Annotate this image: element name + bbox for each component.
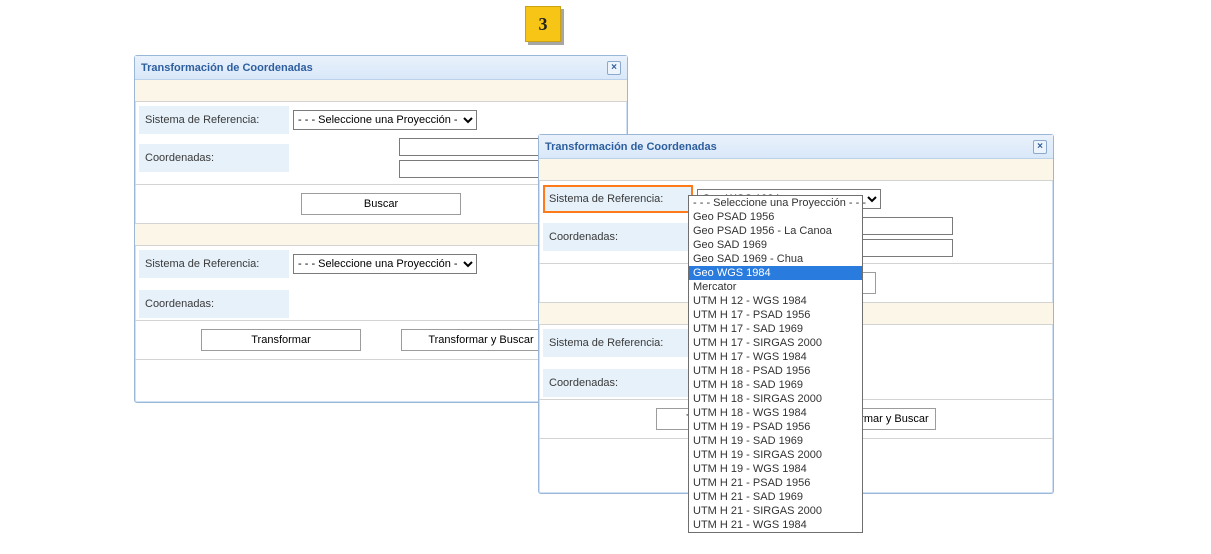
ref-system-label-2: Sistema de Referencia: <box>139 250 289 278</box>
projection-option[interactable]: UTM H 21 - SAD 1969 <box>689 490 862 504</box>
coords-label-r2: Coordenadas: <box>543 369 693 397</box>
projection-option[interactable]: Geo SAD 1969 <box>689 238 862 252</box>
panel-header: Transformación de Coordenadas × <box>135 56 627 80</box>
decor-band <box>135 80 627 102</box>
projection-option[interactable]: UTM H 21 - SIRGAS 2000 <box>689 504 862 518</box>
projection-option[interactable]: UTM H 17 - WGS 1984 <box>689 350 862 364</box>
projection-option[interactable]: UTM H 21 - PSAD 1956 <box>689 476 862 490</box>
projection-option[interactable]: UTM H 18 - WGS 1984 <box>689 406 862 420</box>
projection-option[interactable]: UTM H 21 - WGS 1984 <box>689 518 862 532</box>
coord-input-1b[interactable] <box>399 160 549 178</box>
coords-label: Coordenadas: <box>139 144 289 172</box>
projection-option[interactable]: UTM H 19 - WGS 1984 <box>689 462 862 476</box>
decor-band <box>539 159 1053 181</box>
projection-option[interactable]: UTM H 18 - SIRGAS 2000 <box>689 392 862 406</box>
projection-option[interactable]: UTM H 18 - PSAD 1956 <box>689 364 862 378</box>
transform-search-button[interactable]: Transformar y Buscar <box>401 329 561 351</box>
projection-option[interactable]: UTM H 19 - SAD 1969 <box>689 434 862 448</box>
projection-option[interactable]: Mercator <box>689 280 862 294</box>
search-button[interactable]: Buscar <box>301 193 461 215</box>
projection-option[interactable]: Geo SAD 1969 - Chua <box>689 252 862 266</box>
projection-option[interactable]: UTM H 18 - SAD 1969 <box>689 378 862 392</box>
panel-title: Transformación de Coordenadas <box>141 62 313 74</box>
projection-option[interactable]: UTM H 12 - WGS 1984 <box>689 294 862 308</box>
projection-option[interactable]: UTM H 17 - PSAD 1956 <box>689 308 862 322</box>
ref-system-label-highlight: Sistema de Referencia: <box>543 185 693 213</box>
close-icon[interactable]: × <box>1033 140 1047 154</box>
projection-option[interactable]: Geo PSAD 1956 - La Canoa <box>689 224 862 238</box>
projection-option[interactable]: UTM H 17 - SIRGAS 2000 <box>689 336 862 350</box>
coord-input-1a[interactable] <box>399 138 549 156</box>
coords-label-2: Coordenadas: <box>139 290 289 318</box>
transform-button[interactable]: Transformar <box>201 329 361 351</box>
projection-option[interactable]: - - - Seleccione una Proyección - - - <box>689 196 862 210</box>
ref-system-label-r2: Sistema de Referencia: <box>543 329 693 357</box>
coords-label-r: Coordenadas: <box>543 223 693 251</box>
projection-dropdown-list[interactable]: - - - Seleccione una Proyección - - -Geo… <box>688 195 863 533</box>
projection-option[interactable]: Geo WGS 1984 <box>689 266 862 280</box>
panel-header: Transformación de Coordenadas × <box>539 135 1053 159</box>
close-icon[interactable]: × <box>607 61 621 75</box>
projection-option[interactable]: Geo PSAD 1956 <box>689 210 862 224</box>
ref-system-select-2[interactable]: - - - Seleccione una Proyección - - - <box>293 254 477 274</box>
projection-option[interactable]: UTM H 19 - SIRGAS 2000 <box>689 448 862 462</box>
projection-option[interactable]: UTM H 19 - PSAD 1956 <box>689 420 862 434</box>
panel-title: Transformación de Coordenadas <box>545 141 717 153</box>
ref-system-select[interactable]: - - - Seleccione una Proyección - - - <box>293 110 477 130</box>
ref-system-label: Sistema de Referencia: <box>139 106 289 134</box>
step-badge: 3 <box>525 6 561 42</box>
projection-option[interactable]: UTM H 17 - SAD 1969 <box>689 322 862 336</box>
